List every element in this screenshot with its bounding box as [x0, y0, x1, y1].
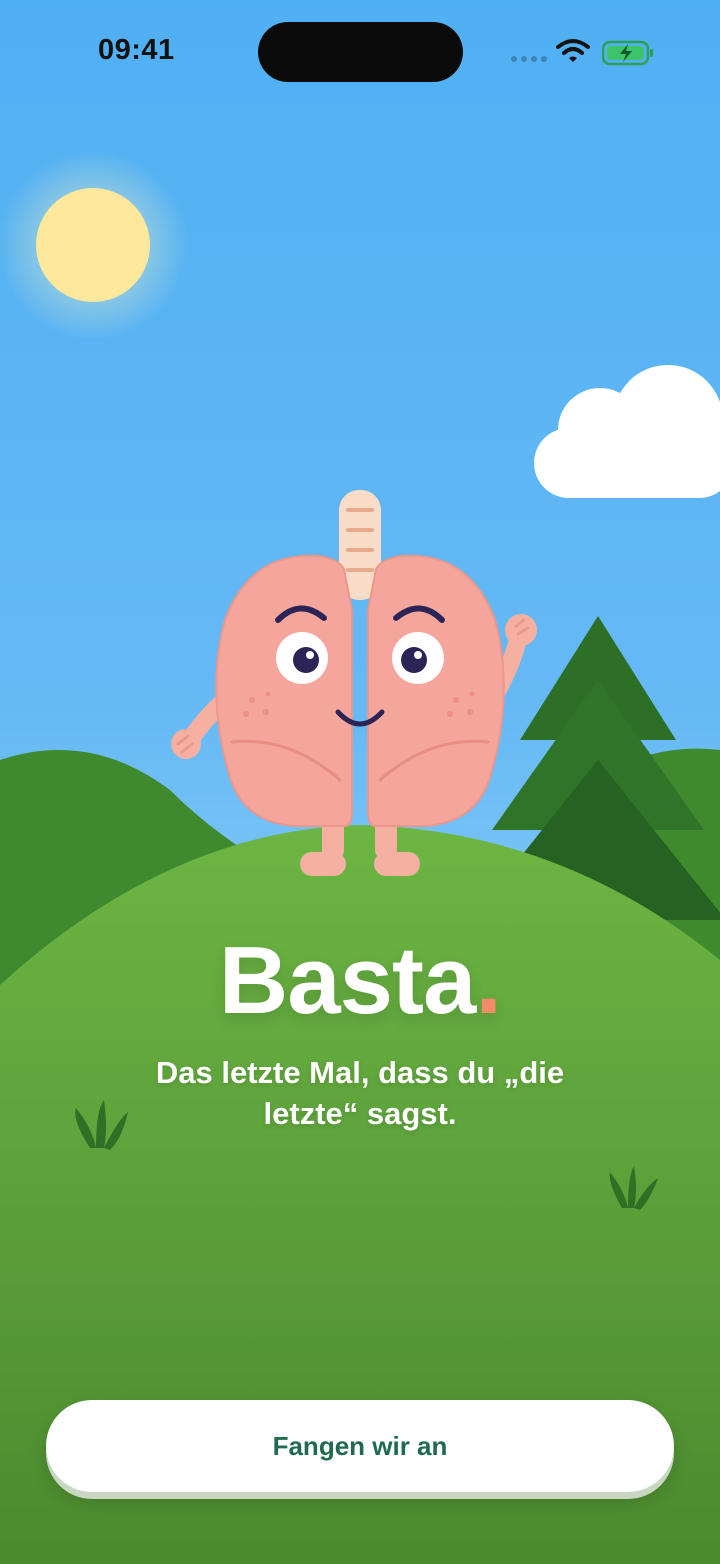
- lung-right: [367, 554, 505, 827]
- status-time: 09:41: [98, 34, 175, 66]
- app-title-text: Basta: [218, 927, 476, 1034]
- lung-left: [215, 554, 353, 827]
- get-started-button[interactable]: Fangen wir an: [46, 1400, 674, 1492]
- status-bar: 09:41: [0, 0, 720, 110]
- background-scene: [0, 150, 720, 1564]
- lung-mascot: [171, 490, 537, 876]
- app-title: Basta.: [0, 926, 720, 1036]
- cloud: [534, 365, 720, 498]
- signal-icon: [511, 56, 547, 62]
- app-title-dot: .: [475, 927, 502, 1034]
- dynamic-island: [258, 22, 463, 82]
- tagline: Das letzte Mal, dass du „die letzte“ sag…: [155, 1055, 565, 1131]
- wifi-icon: [556, 39, 590, 62]
- sun: [36, 188, 150, 302]
- battery-charging-icon: [602, 40, 653, 66]
